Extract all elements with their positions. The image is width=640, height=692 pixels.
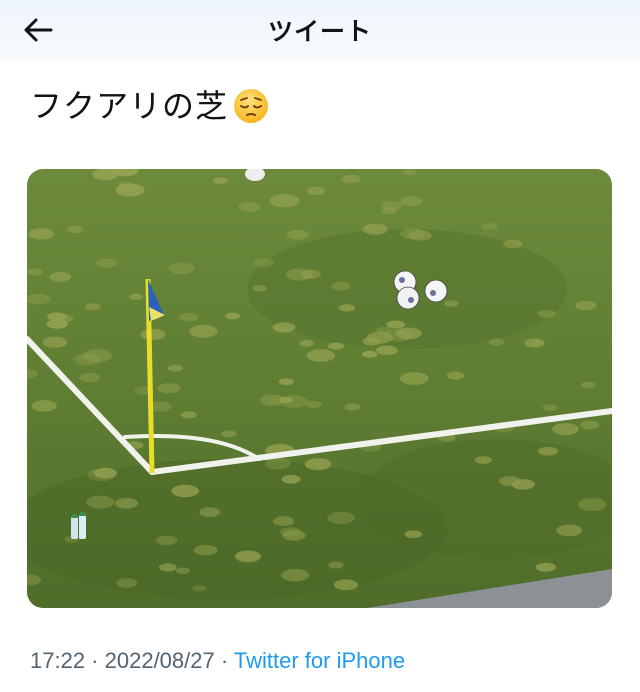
- top-bar: ツイート: [0, 0, 640, 60]
- meta-separator: ·: [214, 648, 234, 673]
- meta-separator: ·: [85, 648, 105, 673]
- page-title: ツイート: [267, 18, 372, 46]
- tweet-date: 2022/08/27: [104, 648, 215, 673]
- soccer-pitch-corner-image: [27, 169, 612, 608]
- tweet-time: 17:22: [30, 648, 86, 673]
- tweet-text-row: フクアリの芝: [30, 86, 270, 126]
- tweet-meta: 17:22 · 2022/08/27 · Twitter for iPhone: [30, 648, 405, 674]
- tweet-photo[interactable]: [27, 169, 612, 608]
- tweet-source-link[interactable]: Twitter for iPhone: [234, 648, 405, 673]
- pensive-face-emoji: [234, 89, 269, 123]
- tweet-text: フクアリの芝: [30, 87, 229, 125]
